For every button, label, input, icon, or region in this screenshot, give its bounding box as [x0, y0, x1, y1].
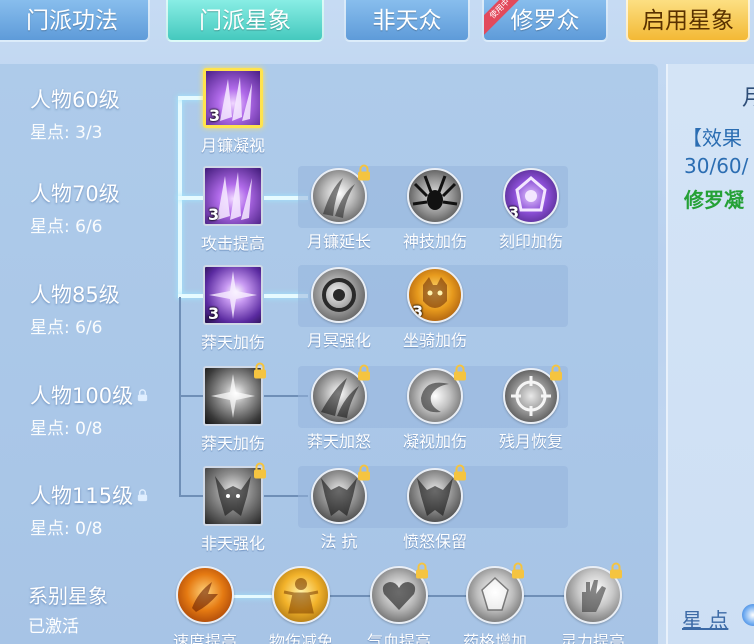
connector: [179, 297, 181, 497]
grey-spider-icon: [407, 168, 463, 224]
skill-level: 3: [209, 106, 221, 125]
level-stars-70: 星点: 6/6: [30, 217, 103, 237]
skill-node[interactable]: 残月恢复: [494, 364, 568, 452]
gold-beast-icon: 3: [407, 267, 463, 323]
level-title-100: 人物100级: [30, 380, 149, 410]
lock-icon: [550, 364, 562, 381]
series-label: 物伤减免: [268, 632, 333, 644]
effect-skill-name: 修罗凝: [684, 188, 744, 212]
purple-seal-icon: 3: [503, 168, 559, 224]
series-node[interactable]: 药格增加: [458, 562, 532, 644]
skill-level: 3: [412, 302, 424, 321]
tab-label: 修罗众: [510, 8, 580, 34]
skill-node[interactable]: 凝视加伤: [398, 364, 472, 452]
lock-icon: [416, 562, 428, 579]
series-label: 速度提高: [172, 632, 237, 644]
level-title-60: 人物60级: [30, 88, 120, 112]
skill-node[interactable]: 莽天加怒: [302, 364, 376, 452]
purple-burst-icon: 3: [203, 265, 263, 325]
skill-label: 莽天加怒: [306, 432, 371, 451]
lock-icon: [137, 389, 148, 402]
skill-node[interactable]: 3 月镰凝视: [196, 68, 270, 156]
level-stars-115: 星点: 0/8: [30, 519, 103, 539]
lock-icon: [358, 464, 370, 481]
button-label: 启用星象: [642, 8, 734, 34]
series-title: 系别星象: [28, 584, 108, 608]
level-title-85: 人物85级: [30, 283, 120, 307]
skill-label: 攻击提高: [200, 234, 265, 253]
skill-label: 法 抗: [320, 532, 358, 551]
skill-node[interactable]: 3 刻印加伤: [494, 168, 568, 252]
tab-label: 非天众: [372, 8, 442, 34]
skill-label: 非天强化: [200, 534, 265, 553]
grey-moon-icon: [311, 267, 367, 323]
skill-label: 莽天加伤: [200, 434, 265, 453]
detail-panel: [666, 64, 754, 644]
skill-node[interactable]: 3 莽天加伤: [196, 265, 270, 353]
skill-label: 愤怒保留: [402, 532, 467, 551]
series-status: 已激活: [28, 617, 79, 637]
skill-node[interactable]: 莽天加伤: [196, 362, 270, 454]
lock-icon: [254, 362, 266, 379]
lock-icon: [512, 562, 524, 579]
tab-feitian[interactable]: 非天众: [344, 0, 470, 42]
series-node[interactable]: 物伤减免: [264, 566, 338, 644]
skill-level: 3: [508, 203, 520, 222]
level-title-115: 人物115级: [30, 480, 149, 510]
lock-icon: [358, 364, 370, 381]
level-stars-60: 星点: 3/3: [30, 123, 103, 143]
star-points-label: 星 点: [682, 608, 729, 632]
level-title-text: 人物100级: [30, 384, 134, 408]
skill-node[interactable]: 3 坐骑加伤: [398, 267, 472, 351]
level-stars-100: 星点: 0/8: [30, 419, 103, 439]
skill-level: 3: [208, 304, 220, 323]
series-node[interactable]: 灵力提高: [556, 562, 630, 644]
skill-label: 凝视加伤: [402, 432, 467, 451]
skill-node[interactable]: 月镰延长: [302, 164, 376, 252]
lock-icon: [254, 462, 266, 479]
orange-speed-icon: [176, 566, 234, 624]
purple-claw-icon: 3: [203, 68, 263, 128]
level-title-text: 人物115级: [30, 484, 134, 508]
lock-icon: [358, 164, 370, 181]
series-node[interactable]: 气血提高: [362, 562, 436, 644]
lock-icon: [137, 489, 148, 502]
skill-node[interactable]: 法 抗: [302, 464, 376, 552]
tab-label: 门派星象: [199, 8, 291, 34]
lock-icon: [610, 562, 622, 579]
skill-label: 坐骑加伤: [402, 331, 467, 350]
tab-label: 门派功法: [26, 8, 118, 34]
lock-icon: [454, 464, 466, 481]
skill-level: 3: [208, 205, 220, 224]
skill-label: 刻印加伤: [498, 232, 563, 251]
skill-label: 月镰凝视: [200, 136, 265, 155]
tab-xiuluo[interactable]: 使用中 修罗众: [482, 0, 608, 42]
skill-node[interactable]: 非天强化: [196, 462, 270, 554]
skill-label: 月镰延长: [306, 232, 371, 251]
series-label: 灵力提高: [560, 632, 625, 644]
purple-claw-icon: 3: [203, 166, 263, 226]
skill-label: 神技加伤: [402, 232, 467, 251]
tab-sect-constellation[interactable]: 门派星象: [166, 0, 324, 42]
skill-node[interactable]: 神技加伤: [398, 168, 472, 252]
skill-node[interactable]: 愤怒保留: [398, 464, 472, 552]
gold-figure-icon: [272, 566, 330, 624]
constellation-panel: [0, 64, 658, 644]
enable-constellation-button[interactable]: 启用星象: [626, 0, 750, 42]
tab-sect-skills[interactable]: 门派功法: [0, 0, 150, 42]
series-node[interactable]: 速度提高: [168, 566, 242, 644]
skill-label: 月冥强化: [306, 331, 371, 350]
skill-node[interactable]: 3 攻击提高: [196, 166, 270, 254]
effect-label: 【效果: [682, 126, 742, 150]
series-label: 药格增加: [462, 632, 527, 644]
level-title-70: 人物70级: [30, 182, 120, 206]
effect-values: 30/60/: [684, 154, 749, 178]
series-label: 气血提高: [366, 632, 431, 644]
lock-icon: [454, 364, 466, 381]
detail-title: 月: [742, 86, 754, 111]
skill-node[interactable]: 月冥强化: [302, 267, 376, 351]
skill-label: 莽天加伤: [200, 333, 265, 352]
skill-label: 残月恢复: [498, 432, 563, 451]
level-stars-85: 星点: 6/6: [30, 318, 103, 338]
